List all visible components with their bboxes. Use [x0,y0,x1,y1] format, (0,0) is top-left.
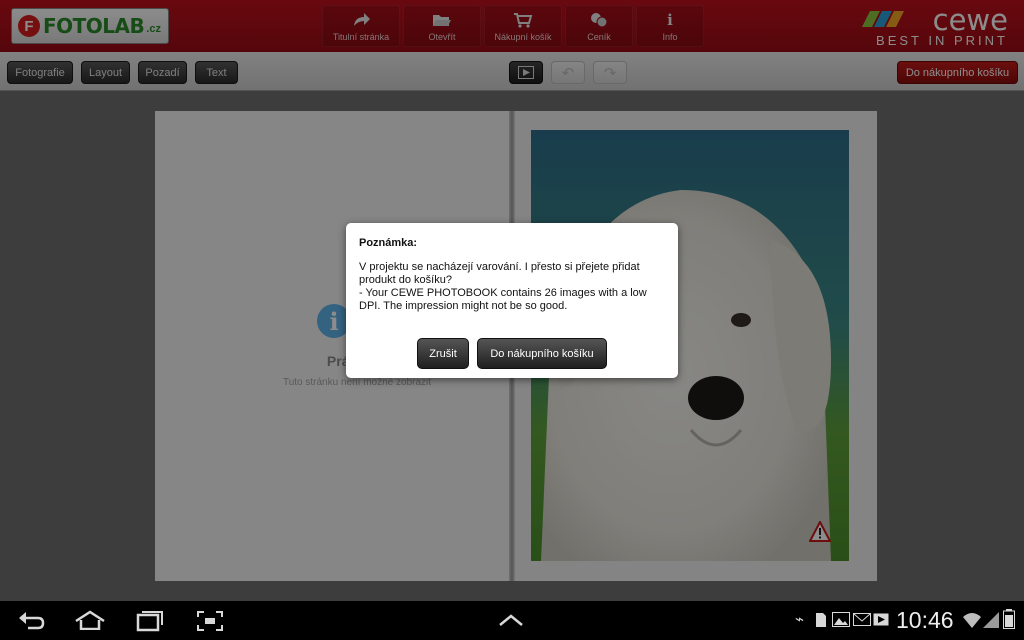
screenshot-icon[interactable] [196,610,224,632]
warning-dialog: Poznámka: V projektu se nacházejí varová… [346,223,678,378]
cancel-button[interactable]: Zrušit [417,338,469,369]
recent-apps-icon[interactable] [136,610,164,632]
battery-icon [1003,609,1015,629]
back-icon[interactable] [18,610,46,630]
signal-icon [983,612,999,628]
dialog-question: V projektu se nacházejí varování. I přes… [359,261,643,286]
gmail-icon [853,613,871,626]
system-navigation-bar: ⌁ 10:46 [0,601,1024,640]
confirm-add-to-cart-button[interactable]: Do nákupního košíku [477,338,607,369]
dialog-warning-detail: - Your CEWE PHOTOBOOK contains 26 images… [359,287,650,312]
dialog-title: Poznámka: [359,237,418,249]
wifi-icon [963,613,981,628]
usb-icon: ⌁ [795,611,805,628]
chevron-up-icon[interactable] [498,613,524,627]
home-icon[interactable] [74,610,106,630]
clock: 10:46 [896,607,954,633]
dialog-message: V projektu se nacházejí varování. I přes… [359,261,665,313]
gallery-icon [832,612,850,627]
sd-card-icon [816,613,826,627]
play-store-icon [873,613,889,626]
